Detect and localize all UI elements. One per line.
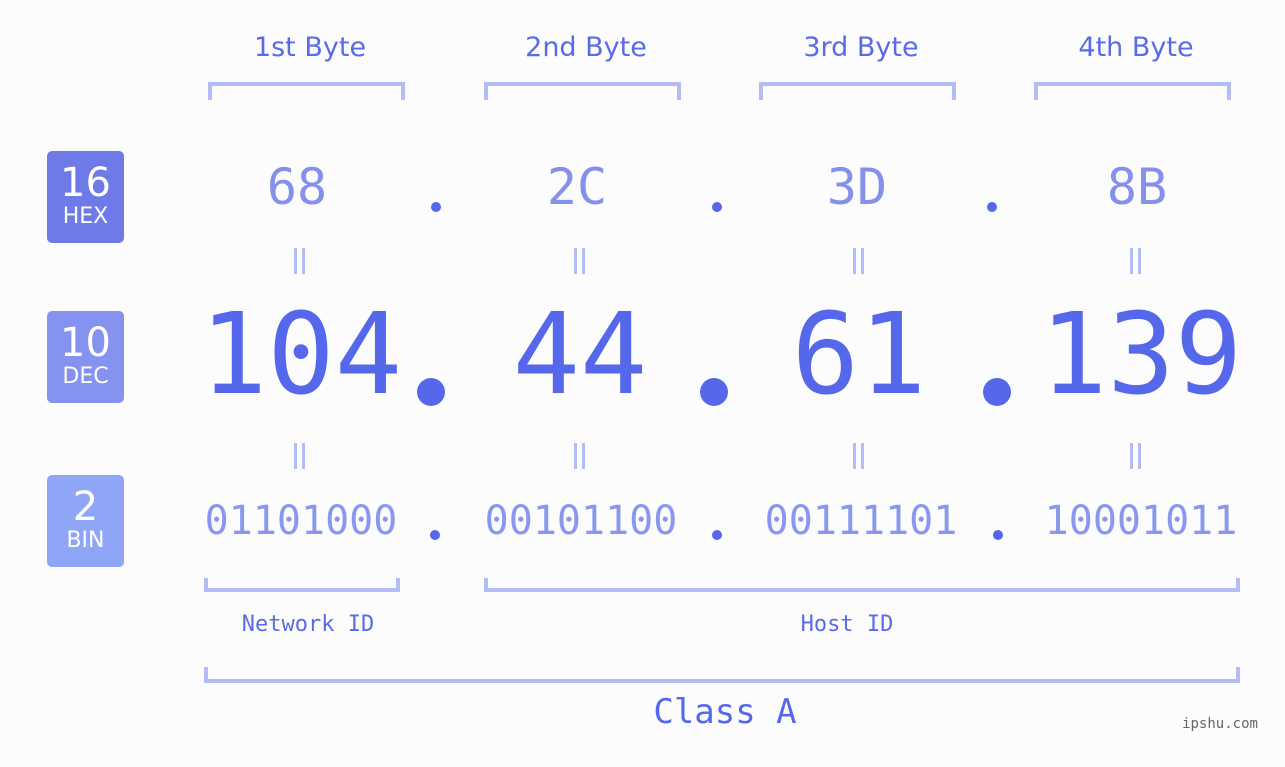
equals-icon bbox=[572, 443, 586, 469]
hex-base: 16 bbox=[60, 160, 111, 206]
hex-badge: 16 HEX bbox=[47, 151, 124, 243]
byte-1-bracket bbox=[208, 82, 405, 100]
dec-byte-1: 104 bbox=[199, 290, 403, 420]
dec-separator-dot bbox=[983, 378, 1011, 406]
bin-byte-4: 10001011 bbox=[1044, 498, 1238, 544]
hex-byte-2: 2C bbox=[546, 158, 608, 216]
hex-byte-1: 68 bbox=[266, 158, 328, 216]
byte-3-bracket bbox=[759, 82, 956, 100]
equals-icon bbox=[292, 443, 306, 469]
dec-badge: 10 DEC bbox=[47, 311, 124, 403]
equals-icon bbox=[1128, 248, 1142, 274]
dec-separator-dot bbox=[417, 378, 445, 406]
dec-base: 10 bbox=[60, 320, 111, 366]
bin-separator-dot bbox=[712, 530, 722, 540]
network-id-label: Network ID bbox=[241, 612, 375, 637]
hex-separator-dot bbox=[987, 202, 997, 212]
equals-icon bbox=[292, 248, 306, 274]
host-id-bracket bbox=[484, 578, 1240, 592]
equals-icon bbox=[1128, 443, 1142, 469]
dec-byte-2: 44 bbox=[512, 290, 648, 420]
class-label: Class A bbox=[653, 692, 797, 732]
byte-2-bracket bbox=[484, 82, 681, 100]
bin-badge: 2 BIN bbox=[47, 475, 124, 567]
bin-base: 2 bbox=[72, 484, 99, 530]
bin-separator-dot bbox=[430, 530, 440, 540]
bin-label: BIN bbox=[66, 528, 105, 553]
hex-byte-4: 8B bbox=[1106, 158, 1168, 216]
byte-2-label: 2nd Byte bbox=[525, 32, 647, 63]
hex-byte-3: 3D bbox=[826, 158, 888, 216]
dec-separator-dot bbox=[700, 378, 728, 406]
watermark: ipshu.com bbox=[1182, 716, 1258, 732]
bin-separator-dot bbox=[993, 530, 1003, 540]
byte-3-label: 3rd Byte bbox=[803, 32, 919, 63]
host-id-label: Host ID bbox=[800, 612, 894, 637]
bin-byte-1: 01101000 bbox=[204, 498, 398, 544]
hex-label: HEX bbox=[62, 204, 109, 229]
equals-icon bbox=[572, 248, 586, 274]
class-bracket bbox=[204, 667, 1240, 683]
equals-icon bbox=[851, 443, 865, 469]
bin-byte-3: 00111101 bbox=[764, 498, 958, 544]
bin-byte-2: 00101100 bbox=[484, 498, 678, 544]
dec-label: DEC bbox=[62, 364, 109, 389]
equals-icon bbox=[851, 248, 865, 274]
hex-separator-dot bbox=[712, 202, 722, 212]
dec-byte-3: 61 bbox=[791, 290, 927, 420]
hex-separator-dot bbox=[431, 202, 441, 212]
byte-4-label: 4th Byte bbox=[1078, 32, 1194, 63]
network-id-bracket bbox=[204, 578, 400, 592]
dec-byte-4: 139 bbox=[1039, 290, 1243, 420]
byte-4-bracket bbox=[1034, 82, 1231, 100]
byte-1-label: 1st Byte bbox=[253, 32, 367, 63]
